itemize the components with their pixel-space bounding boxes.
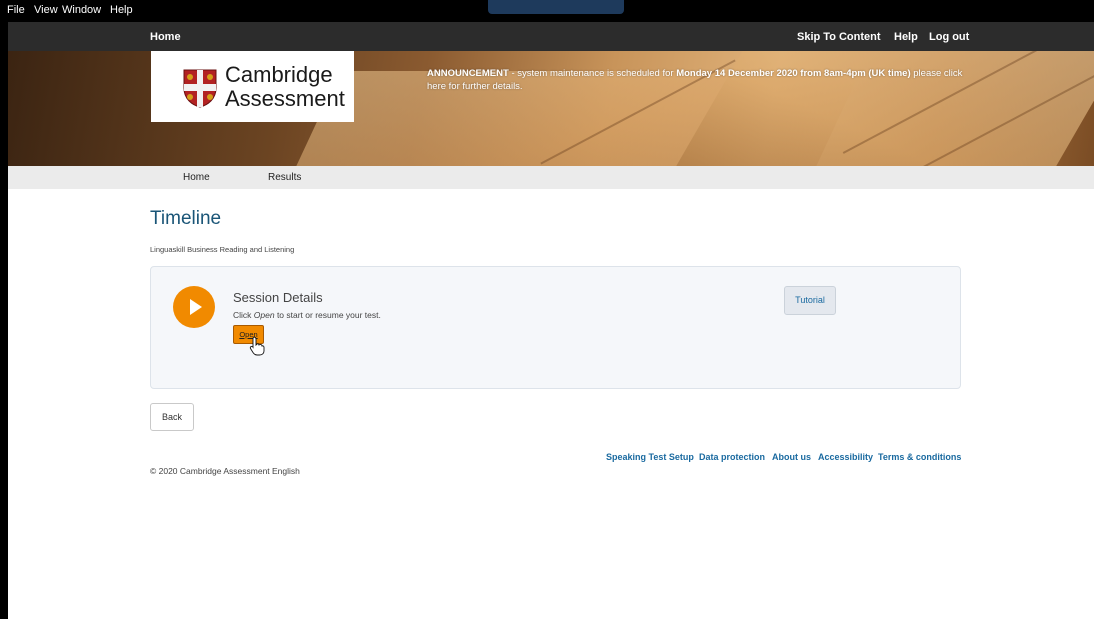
logo-line2: Assessment — [225, 86, 345, 111]
skip-to-content-link[interactable]: Skip To Content — [797, 31, 881, 43]
main-nav: Home Results — [8, 166, 1094, 189]
session-description: Click Open to start or resume your test. — [233, 310, 381, 320]
session-title: Session Details — [233, 290, 323, 305]
footer-link-terms[interactable]: Terms & conditions — [878, 452, 961, 462]
logo-line1: Cambridge — [225, 62, 333, 87]
logo-wordmark: Cambridge Assessment — [225, 63, 345, 111]
test-name: Linguaskill Business Reading and Listeni… — [150, 245, 295, 254]
footer-link-data-protection[interactable]: Data protection — [699, 452, 765, 462]
announcement-date: Monday 14 December 2020 from 8am-4pm (UK… — [676, 68, 911, 79]
menu-window[interactable]: Window — [62, 4, 101, 16]
tutorial-button[interactable]: Tutorial — [784, 286, 836, 315]
os-menubar: File View Window Help — [0, 0, 1094, 22]
footer-link-about-us[interactable]: About us — [772, 452, 811, 462]
nav-results[interactable]: Results — [268, 172, 301, 183]
window-tab-indicator — [488, 0, 624, 14]
desc-before: Click — [233, 310, 254, 320]
back-button[interactable]: Back — [150, 403, 194, 431]
topbar-help-link[interactable]: Help — [894, 31, 918, 43]
logout-link[interactable]: Log out — [929, 31, 969, 43]
announcement-label: ANNOUNCEMENT — [427, 68, 509, 79]
hand-cursor-icon — [249, 336, 265, 356]
nav-home[interactable]: Home — [183, 172, 210, 183]
menu-file[interactable]: File — [7, 4, 25, 16]
page-title: Timeline — [150, 208, 222, 229]
crest-icon — [183, 69, 217, 108]
site-topbar: Home Skip To Content Help Log out — [8, 22, 1094, 51]
topbar-home-link[interactable]: Home — [150, 31, 181, 43]
copyright: © 2020 Cambridge Assessment English — [150, 466, 300, 476]
footer-link-accessibility[interactable]: Accessibility — [818, 452, 873, 462]
desc-emphasis: Open — [253, 310, 275, 320]
desc-after: to start or resume your test. — [274, 310, 381, 320]
announcement-text[interactable]: ANNOUNCEMENT - system maintenance is sch… — [427, 67, 967, 93]
menu-help[interactable]: Help — [110, 4, 133, 16]
play-icon[interactable] — [173, 286, 215, 328]
cambridge-logo[interactable]: Cambridge Assessment — [151, 51, 354, 122]
window-edge — [0, 22, 8, 619]
menu-view[interactable]: View — [34, 4, 58, 16]
session-panel: Session Details Click Open to start or r… — [150, 266, 961, 389]
announcement-before: - system maintenance is scheduled for — [508, 68, 677, 79]
footer-link-speaking-test-setup[interactable]: Speaking Test Setup — [606, 452, 694, 462]
header-banner: Cambridge Assessment ANNOUNCEMENT - syst… — [8, 51, 1094, 166]
